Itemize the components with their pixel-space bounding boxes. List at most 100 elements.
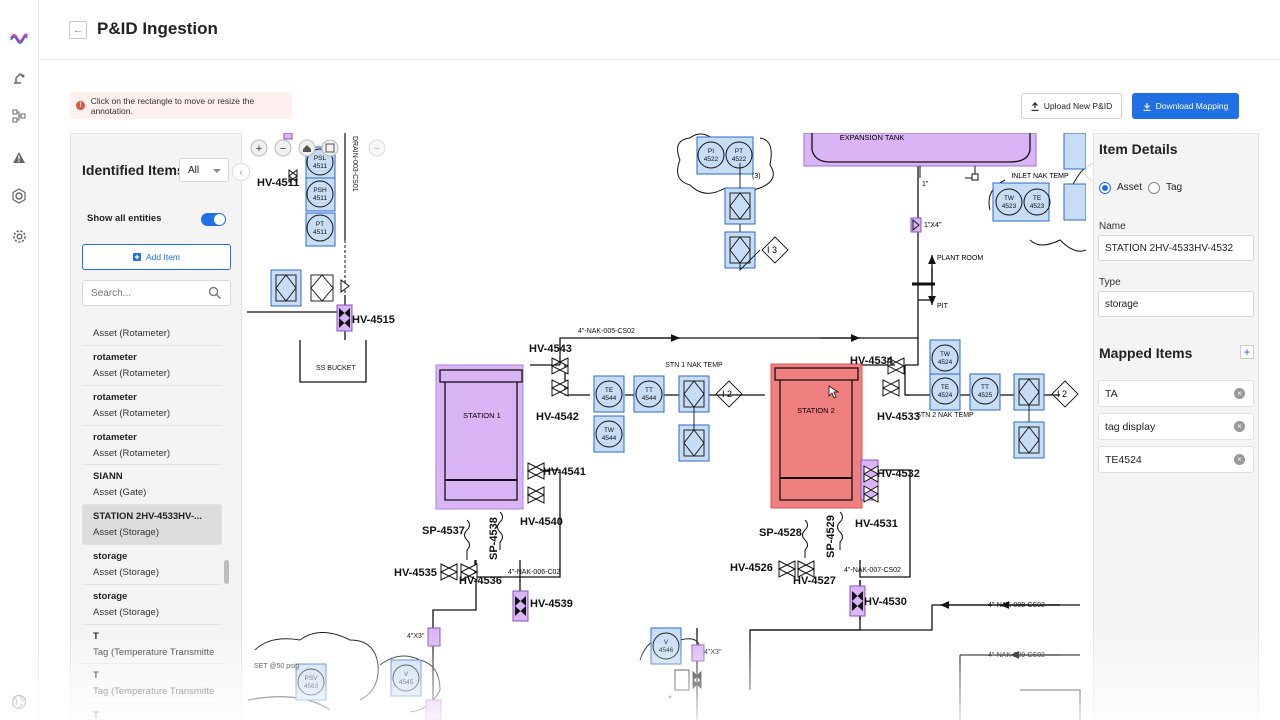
list-item[interactable]: Asset (Rotameter) (82, 322, 222, 346)
line-006: 4"-NAK-006-C02 (508, 569, 560, 576)
list-item[interactable]: T Tag (Temperature Transmitte (82, 664, 222, 705)
stn2-label: STN 2 NAK TEMP (916, 412, 974, 419)
tag-hv4511: HV-4511 (257, 177, 299, 189)
add-mapped-button[interactable]: + (1240, 345, 1254, 359)
tag-sp4528: SP-4528 (759, 527, 802, 539)
instr-l2: 4524 (938, 392, 953, 399)
tag-hv4535: HV-4535 (394, 567, 437, 579)
upload-pid-button[interactable]: Upload New P&ID (1021, 93, 1122, 119)
instr-l2: 4511 (313, 229, 327, 236)
list-item[interactable]: rotameter Asset (Rotameter) (82, 346, 222, 386)
tag-hv4530: HV-4530 (864, 596, 907, 608)
set-pressure: SET @50 psig (254, 663, 299, 670)
tag-sp4537: SP-4537 (422, 525, 465, 537)
alert-icon: ! (76, 101, 85, 110)
station2-label: STATION 2 (797, 406, 835, 415)
item-type: Asset (Rotameter) (93, 328, 171, 339)
list-item[interactable]: storage Asset (Storage) (82, 585, 222, 625)
download-label: Download Mapping (1155, 101, 1229, 111)
logo-icon[interactable] (9, 28, 29, 48)
hierarchy-icon[interactable] (9, 106, 29, 126)
item-details-panel: Item Details Asset Tag Name Type Mapped … (1093, 133, 1259, 720)
add-item-button[interactable]: Add Item (82, 244, 231, 270)
globe-icon[interactable] (9, 692, 29, 712)
mapped-item-chip: TE4524 × (1098, 446, 1254, 473)
list-item[interactable]: T Tag (Temperature Transmitte (82, 625, 222, 665)
list-scrollbar[interactable] (224, 324, 229, 719)
list-item[interactable]: storage Asset (Storage) (82, 545, 222, 585)
item-type: Asset (Storage) (93, 527, 159, 539)
svg-text:I 2: I 2 (722, 389, 732, 399)
show-all-toggle[interactable] (201, 213, 226, 226)
filter-value: All (188, 165, 200, 176)
reducer-label: 4"X3" (407, 633, 425, 640)
instr-l2: 4511 (313, 195, 327, 202)
list-item[interactable]: rotameter Asset (Rotameter) (82, 426, 222, 466)
tag-hv4536: HV-4536 (459, 575, 502, 587)
nav-rail (0, 0, 39, 720)
instr-l2: 4524 (938, 359, 953, 366)
download-mapping-button[interactable]: Download Mapping (1132, 93, 1239, 119)
svg-text:I 3: I 3 (767, 245, 777, 255)
name-label: Name (1099, 221, 1126, 232)
collapse-left-button[interactable]: ‹ (232, 163, 250, 181)
instr-l2: 4523 (1030, 203, 1045, 210)
remove-chip-icon[interactable]: × (1234, 421, 1245, 432)
robot-arm-icon[interactable] (9, 67, 29, 87)
radio-asset[interactable] (1099, 182, 1111, 194)
target-icon[interactable] (9, 186, 29, 206)
instr-l2: 4522 (732, 156, 747, 163)
item-name: storage (93, 550, 128, 562)
remove-chip-icon[interactable]: × (1234, 388, 1245, 399)
pit-label: PIT (937, 303, 949, 310)
plus-square-icon (132, 253, 141, 261)
type-field[interactable] (1098, 291, 1254, 317)
name-field[interactable] (1098, 235, 1254, 261)
mapped-item-chip: tag display × (1098, 413, 1254, 440)
item-type: Asset (Gate) (93, 487, 147, 499)
radio-tag[interactable] (1148, 182, 1160, 194)
list-item[interactable]: SIANN Asset (Gate) (82, 465, 222, 506)
instr-l1: TE (941, 384, 950, 391)
instr-l1: TW (1004, 195, 1015, 202)
ss-bucket-label: SS BUCKET (316, 365, 356, 372)
identified-items-panel: Identified Items All Show all entities A… (70, 133, 242, 720)
mapped-item-chip: TA × (1098, 380, 1254, 407)
back-button[interactable]: ← (69, 21, 87, 39)
plus-icon: + (256, 143, 262, 155)
warning-icon[interactable] (9, 147, 29, 167)
line-009: 4"-NAK-009-CS02 (988, 652, 1045, 659)
item-name: rotameter (93, 431, 137, 443)
one-inch-label: 1" (922, 181, 929, 188)
identified-items-title: Identified Items (82, 162, 185, 178)
item-type: Tag (Temperature Transmitte (93, 646, 215, 658)
list-item[interactable]: rotameter Asset (Rotameter) (82, 386, 222, 426)
tag-sp4538: SP-4538 (488, 517, 500, 560)
remove-chip-icon[interactable]: × (1234, 454, 1245, 465)
item-type: Asset (Rotameter) (93, 368, 171, 379)
download-icon (1143, 102, 1151, 111)
fit-view-button[interactable] (321, 139, 339, 157)
plant-room-label: PLANT ROOM (937, 255, 983, 262)
instr-l2: 4511 (313, 163, 327, 170)
pid-diagram[interactable]: EXPANSION TANK 1" 1"X4" PLANT ROOM PIT I… (247, 133, 1086, 720)
tag-hv4515: HV-4515 (352, 314, 395, 326)
gear-icon[interactable] (9, 226, 29, 246)
tag-hv4542: HV-4542 (536, 411, 579, 423)
list-item[interactable]: T (82, 704, 222, 719)
pid-canvas[interactable]: EXPANSION TANK 1" 1"X4" PLANT ROOM PIT I… (247, 133, 1086, 720)
add-item-label: Add Item (145, 252, 181, 262)
search-icon (208, 286, 222, 300)
mapped-item-label: TA (1105, 388, 1118, 400)
instr-l1: PT (735, 148, 743, 155)
item-name: T (93, 630, 99, 642)
instr-l2: 4545 (399, 679, 414, 686)
minus-icon: − (374, 143, 380, 155)
instr-l1: PI (708, 148, 714, 155)
list-item-selected[interactable]: STATION 2HV-4533HV-... Asset (Storage) (82, 505, 222, 545)
tag-hv4543: HV-4543 (529, 343, 572, 355)
filter-select[interactable]: All (179, 158, 229, 182)
radio-tag-label: Tag (1166, 182, 1183, 193)
selected-annotation[interactable] (770, 363, 863, 509)
instr-l2: 4563 (304, 683, 319, 690)
